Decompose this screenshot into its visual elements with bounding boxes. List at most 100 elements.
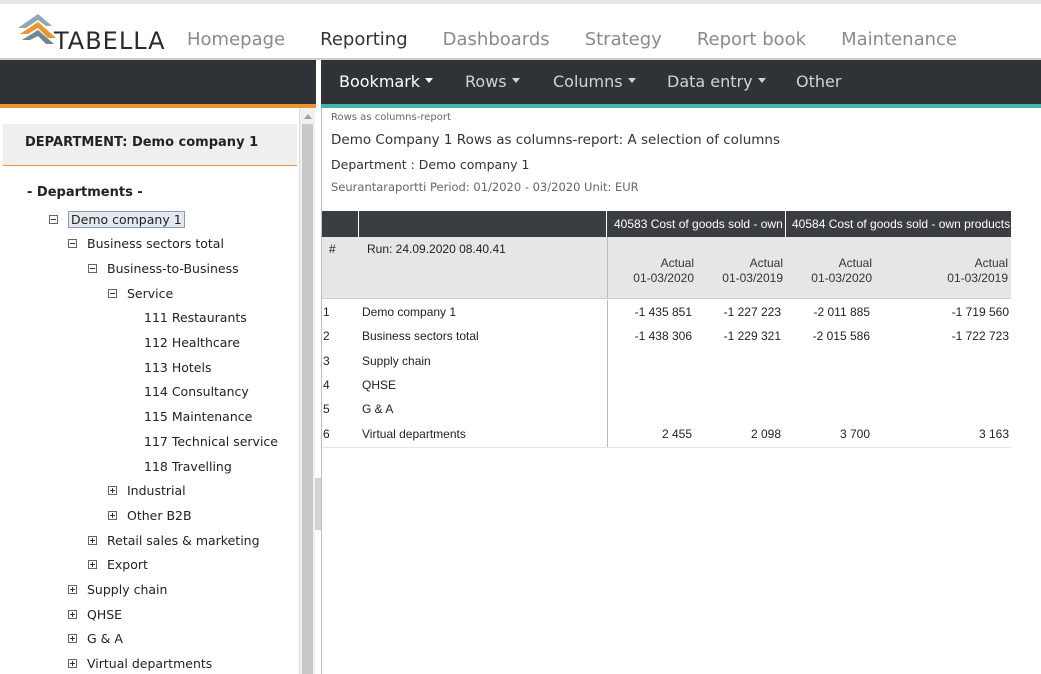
cell-value[interactable]: -1 229 321 <box>724 329 781 343</box>
tree-node[interactable]: Other B2B <box>108 506 192 524</box>
cell-value[interactable]: 3 163 <box>979 427 1009 441</box>
bookmark-menu[interactable]: Bookmark <box>339 72 434 91</box>
tree-node[interactable]: 115 Maintenance <box>144 408 252 426</box>
tree-title: - Departments - <box>27 185 143 200</box>
tree-node[interactable]: 113 Hotels <box>144 358 211 376</box>
other-menu[interactable]: Other <box>796 72 841 91</box>
column-header-period: 01-03/2020 <box>811 271 872 285</box>
tree-node-label[interactable]: G & A <box>87 631 123 646</box>
expand-icon[interactable] <box>88 560 97 570</box>
cell-value[interactable]: -1 438 306 <box>635 329 692 343</box>
tree-node[interactable]: 117 Technical service <box>144 432 278 450</box>
columns-menu[interactable]: Columns <box>553 72 636 91</box>
tree-node[interactable]: QHSE <box>68 605 122 623</box>
expand-icon[interactable] <box>68 585 77 594</box>
chevron-down-icon <box>425 78 434 83</box>
tree-node-label[interactable]: 114 Consultancy <box>144 384 249 399</box>
expand-icon[interactable] <box>108 510 117 520</box>
collapse-icon[interactable] <box>108 288 117 298</box>
tree-node-label[interactable]: Business-to-Business <box>107 261 239 276</box>
tree-node[interactable]: Demo company 1 <box>49 210 185 228</box>
tree-node[interactable]: Export <box>88 556 148 574</box>
tree-node-label[interactable]: Industrial <box>127 483 186 498</box>
scroll-up-icon[interactable] <box>304 114 312 119</box>
nav-report-book[interactable]: Report book <box>697 29 806 50</box>
report-content: Rows as columns-report Demo Company 1 Ro… <box>322 108 1041 674</box>
cell-value[interactable]: 3 700 <box>840 427 870 441</box>
cell-value[interactable]: 2 455 <box>662 427 692 441</box>
tree-node-label[interactable]: Retail sales & marketing <box>107 533 260 548</box>
nav-homepage[interactable]: Homepage <box>187 29 285 50</box>
scrollbar-thumb[interactable] <box>302 124 313 674</box>
tree-node[interactable]: Business-to-Business <box>88 259 239 277</box>
cell-value[interactable]: -1 435 851 <box>635 305 692 319</box>
rows-menu[interactable]: Rows <box>465 72 520 91</box>
cell-value[interactable]: -1 719 560 <box>952 305 1009 319</box>
tree-node[interactable]: Retail sales & marketing <box>88 531 260 549</box>
tree-node-label[interactable]: 115 Maintenance <box>144 409 252 424</box>
nav-strategy[interactable]: Strategy <box>585 29 662 50</box>
tree-node-label[interactable]: 117 Technical service <box>144 434 278 449</box>
column-header[interactable]: Actual 01-03/2020 <box>608 256 694 286</box>
expand-icon[interactable] <box>68 609 77 619</box>
column-header[interactable]: Actual 01-03/2020 <box>783 256 872 286</box>
chevron-down-icon <box>757 78 766 83</box>
row-name: Supply chain <box>362 353 431 368</box>
cell-value[interactable]: -1 227 223 <box>724 305 781 319</box>
tree-node[interactable]: 118 Travelling <box>144 457 232 475</box>
tree-node-label[interactable]: 111 Restaurants <box>144 310 247 325</box>
tree-node-label[interactable]: 113 Hotels <box>144 360 211 375</box>
report-period: Seurantaraportti Period: 01/2020 - 03/20… <box>331 180 639 194</box>
tree-node[interactable]: G & A <box>68 630 123 648</box>
tree-node[interactable]: Virtual departments <box>68 655 212 673</box>
table-row[interactable]: 6 Virtual departments 2 455 2 098 3 700 3 163 <box>322 422 1011 446</box>
nav-maintenance[interactable]: Maintenance <box>841 29 957 50</box>
group-header-40583: 40583 Cost of goods sold - own products <box>608 211 786 237</box>
column-header[interactable]: Actual 01-03/2019 <box>694 256 783 286</box>
table-row[interactable]: 4 QHSE <box>322 373 1011 397</box>
table-row[interactable]: 5 G & A <box>322 397 1011 421</box>
nav-reporting[interactable]: Reporting <box>320 29 408 50</box>
group-header-40584: 40584 Cost of goods sold - own products <box>792 217 1011 231</box>
app-logo[interactable]: TABELLA <box>16 10 166 55</box>
collapse-icon[interactable] <box>88 263 97 273</box>
tree-node-label[interactable]: Virtual departments <box>87 656 212 671</box>
sidebar-scrollbar[interactable] <box>299 108 315 674</box>
tree-node[interactable]: 111 Restaurants <box>144 309 247 327</box>
tree-node[interactable]: Industrial <box>108 482 186 500</box>
tree-node[interactable]: 114 Consultancy <box>144 383 249 401</box>
expand-icon[interactable] <box>88 535 97 545</box>
tree-node-label[interactable]: 118 Travelling <box>144 459 232 474</box>
tree-node-label[interactable]: Supply chain <box>87 582 167 597</box>
collapse-icon[interactable] <box>49 214 58 224</box>
tree-node-label[interactable]: Demo company 1 <box>68 210 185 228</box>
data-entry-menu[interactable]: Data entry <box>667 72 766 91</box>
tree-node[interactable]: Business sectors total <box>68 235 224 253</box>
row-number: 5 <box>323 402 330 417</box>
table-row[interactable]: 2 Business sectors total -1 438 306 -1 229 … <box>322 324 1011 348</box>
tree-node-label[interactable]: 112 Healthcare <box>144 335 240 350</box>
collapse-icon[interactable] <box>68 239 77 249</box>
cell-value[interactable]: -1 722 723 <box>952 329 1009 343</box>
tree-node-label[interactable]: QHSE <box>87 607 122 622</box>
expand-icon[interactable] <box>68 659 77 669</box>
table-row[interactable]: 1 Demo company 1 -1 435 851 -1 227 223 -2 01… <box>322 300 1011 324</box>
cell-value[interactable]: -2 015 586 <box>813 329 870 343</box>
cell-value[interactable]: 2 098 <box>751 427 781 441</box>
row-name: Virtual departments <box>362 426 466 441</box>
tree-node-label[interactable]: Other B2B <box>127 508 192 523</box>
tree-node-label[interactable]: Service <box>127 286 173 301</box>
expand-icon[interactable] <box>108 486 117 496</box>
cell-value[interactable]: -2 011 885 <box>814 305 871 319</box>
table-row[interactable]: 3 Supply chain <box>322 349 1011 373</box>
tree-node[interactable]: Service <box>108 284 173 302</box>
expand-icon[interactable] <box>68 634 77 644</box>
column-header[interactable]: Actual 01-03/2019 <box>872 256 1008 286</box>
tree-node-label[interactable]: Export <box>107 557 148 572</box>
report-department: Department : Demo company 1 <box>331 157 530 172</box>
tree-node[interactable]: Supply chain <box>68 581 167 599</box>
tree-node[interactable]: 112 Healthcare <box>144 334 240 352</box>
logo-text: TABELLA <box>54 27 166 55</box>
tree-node-label[interactable]: Business sectors total <box>87 236 224 251</box>
nav-dashboards[interactable]: Dashboards <box>443 29 550 50</box>
